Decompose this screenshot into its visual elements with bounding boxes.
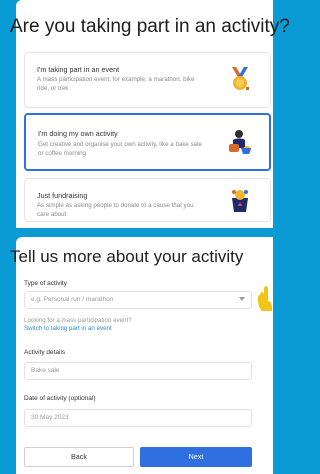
switch-to-event-link[interactable]: Switch to taking part in an event	[24, 325, 112, 332]
medal-icon	[232, 67, 249, 90]
looking-for-event-text: Looking for a mass participation event?	[24, 317, 132, 324]
activity-details-input[interactable]: Bake sale	[24, 362, 252, 380]
back-button[interactable]: Back	[24, 447, 134, 467]
activity-choice-title: Are you taking part in an activity?	[10, 16, 290, 37]
option-taking-part-event[interactable]: I'm taking part in an event A mass parti…	[24, 52, 271, 108]
option-description: As simple as asking people to donate to …	[37, 202, 194, 218]
type-of-activity-placeholder: e.g. Personal run / marathon	[31, 296, 114, 303]
activity-details-value: Bake sale	[31, 367, 60, 374]
fundraising-icon	[232, 190, 248, 212]
activity-details-title: Tell us more about your activity	[10, 247, 244, 266]
date-of-activity-label: Date of activity (optional)	[24, 395, 96, 402]
option-description: A mass participation event, for example,…	[37, 76, 195, 92]
person-activity-icon	[229, 130, 251, 154]
next-button[interactable]: Next	[140, 447, 252, 467]
option-own-activity[interactable]: I'm doing my own activity Get creative a…	[24, 113, 271, 171]
date-of-activity-value: 30 May 2023	[31, 414, 69, 421]
option-description: Get creative and organise your own activ…	[38, 141, 202, 157]
type-of-activity-select[interactable]: e.g. Personal run / marathon	[24, 291, 252, 309]
option-title: I'm taking part in an event	[37, 65, 120, 74]
option-just-fundraising[interactable]: Just fundraising As simple as asking peo…	[24, 178, 271, 222]
chevron-down-icon	[239, 297, 245, 301]
option-title: Just fundraising	[37, 191, 88, 200]
date-of-activity-input[interactable]: 30 May 2023	[24, 409, 252, 427]
type-of-activity-label: Type of activity	[24, 280, 67, 287]
option-title: I'm doing my own activity	[38, 129, 118, 138]
pointer-hand-icon	[258, 286, 272, 311]
activity-details-label: Activity details	[24, 349, 66, 356]
